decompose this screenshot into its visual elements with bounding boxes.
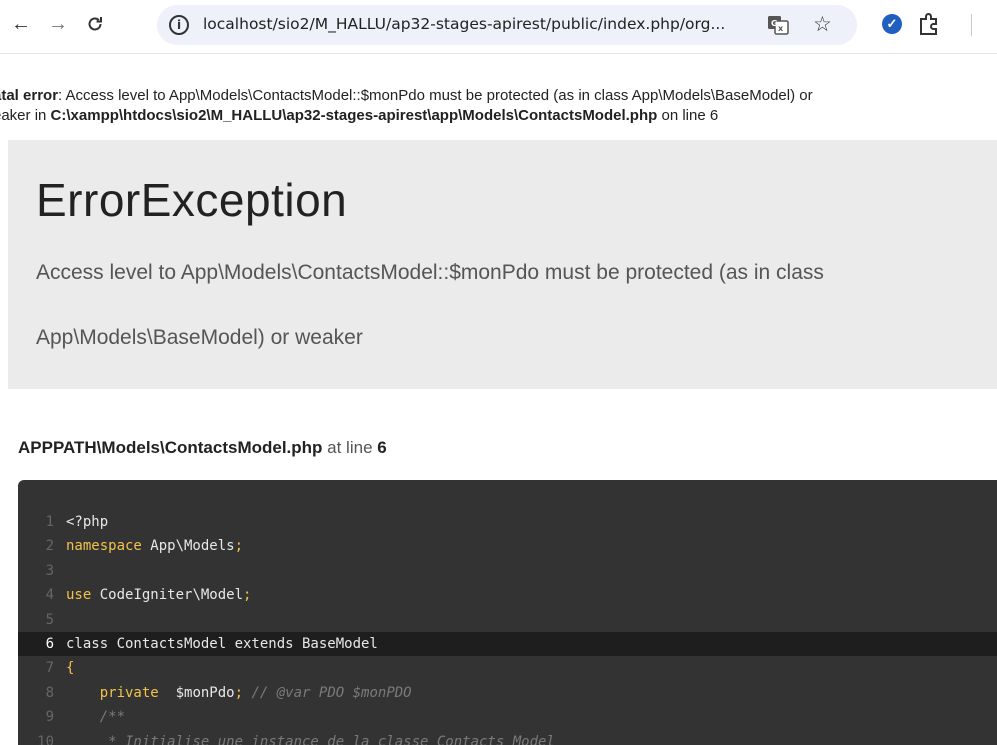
code-line: 10 * Initialise une instance de la class… <box>18 730 997 745</box>
address-bar[interactable]: i localhost/sio2/M_HALLU/ap32-stages-api… <box>157 5 857 45</box>
back-arrow-icon[interactable]: ← <box>7 10 35 38</box>
source-file-path: APPPATH\Models\ContactsModel.php <box>18 438 323 457</box>
fatal-error-line-2: eaker in C:\xampp\htdocs\sio2\M_HALLU\ap… <box>0 106 997 126</box>
code-keyword: namespace <box>66 538 142 555</box>
code-line-number: 7 <box>45 660 54 677</box>
reload-icon[interactable] <box>81 10 109 38</box>
code-line: 2 namespace App\Models; <box>18 534 997 558</box>
code-line: 8 private $monPdo; // @var PDO $monPDO <box>18 681 997 705</box>
fatal-error-message: : Access level to App\Models\ContactsMod… <box>58 87 813 104</box>
code-line-text: class ContactsModel extends BaseModel <box>66 632 378 656</box>
code-line: 7{ <box>18 656 997 680</box>
code-line-number: 1 <box>45 514 54 530</box>
code-line-number: 8 <box>45 684 54 701</box>
code-text: private $monPdo; // @var PDO $monPDO <box>99 684 412 701</box>
code-text: <?php <box>66 514 109 530</box>
reload-icon-svg <box>88 17 102 31</box>
extensions-puzzle-icon[interactable] <box>918 12 940 36</box>
code-line: 4 use CodeIgniter\Model; <box>18 583 997 607</box>
code-line-number: 6 <box>45 635 54 652</box>
url-text[interactable]: localhost/sio2/M_HALLU/ap32-stages-apire… <box>203 15 763 33</box>
code-line-number: 10 <box>37 733 54 745</box>
code-line: 3 <box>18 559 997 583</box>
fatal-error-line-suffix: on line 6 <box>657 107 719 124</box>
source-file-label: APPPATH\Models\ContactsModel.php at line… <box>18 438 387 458</box>
fatal-error-path: C:\xampp\htdocs\sio2\M_HALLU\ap32-stages… <box>50 107 658 124</box>
code-line-text: use CodeIgniter\Model; <box>66 587 252 604</box>
fatal-error-text: atal error: Access level to App\Models\C… <box>0 86 997 126</box>
code-text: /** <box>66 709 126 726</box>
code-text: App\Models <box>141 538 235 555</box>
bookmark-star-icon[interactable]: ☆ <box>813 12 832 37</box>
code-line-number: 4 <box>45 587 54 604</box>
code-line-text: <?php <box>66 510 108 534</box>
code-text: CodeIgniter\Model <box>91 587 244 604</box>
code-text: class ContactsModel extends BaseModel <box>66 635 378 652</box>
exception-title: ErrorException <box>36 174 348 226</box>
code-line-text: private $monPdo; // @var PDO $monPDO <box>66 681 412 705</box>
code-line: 5 <box>18 608 997 632</box>
code-line: 9 /** <box>18 705 997 729</box>
code-text: * Initialise une instance de la classe C… <box>66 733 555 745</box>
code-keyword: use <box>66 587 92 604</box>
svg-text:G: G <box>771 19 778 28</box>
code-text: { <box>66 660 75 677</box>
code-line-number: 9 <box>45 709 54 726</box>
svg-text:x: x <box>778 24 784 33</box>
exception-header: ErrorException Access level to App\Model… <box>8 140 997 389</box>
source-line-number: 6 <box>377 438 387 457</box>
code-line-number: 5 <box>45 611 54 628</box>
code-line-text: namespace App\Models; <box>66 538 244 555</box>
code-line-number: 2 <box>45 538 54 555</box>
fatal-error-weaker: eaker in <box>0 107 47 124</box>
source-code-block: 1 <?php 2 namespace App\Models; 3 4 use CodeIg… <box>18 480 997 745</box>
code-line-text: { <box>66 656 74 680</box>
source-code-lines: 1 <?php 2 namespace App\Models; 3 4 use CodeIg… <box>18 510 997 745</box>
forward-arrow-icon[interactable]: → <box>44 10 72 38</box>
code-line: 6 class ContactsModel extends BaseModel <box>18 631 997 657</box>
fatal-error-line-1: atal error: Access level to App\Models\C… <box>0 86 997 106</box>
source-at-line-label: at line <box>322 438 378 457</box>
exception-message: Access level to App\Models\ContactsModel… <box>36 261 824 349</box>
site-info-icon[interactable]: i <box>169 15 189 35</box>
extension-check-icon[interactable]: ✓ <box>882 14 902 34</box>
fatal-error-label: atal error <box>0 87 59 104</box>
toolbar-divider <box>971 14 972 36</box>
code-line-text: * Initialise une instance de la classe C… <box>66 730 555 745</box>
browser-toolbar: ← → i localhost/sio2/M_HALLU/ap32-stages… <box>0 0 997 54</box>
code-line-text: /** <box>66 705 125 729</box>
translate-icon[interactable]: G x <box>767 15 789 35</box>
code-line: 1 <?php <box>18 510 997 534</box>
code-line-number: 3 <box>45 562 54 579</box>
